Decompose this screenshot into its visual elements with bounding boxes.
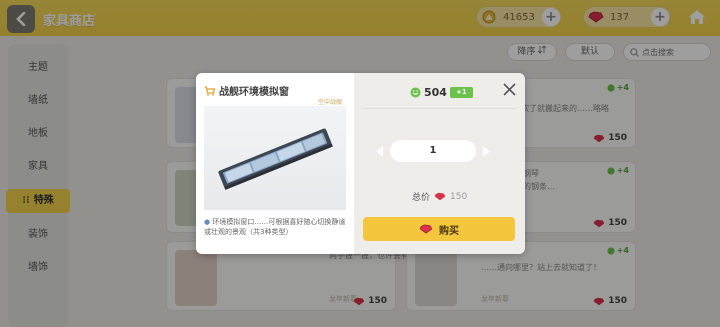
item-series-tag: 空中战舰 (318, 99, 343, 106)
triangle-right-icon (483, 145, 490, 157)
decrease-quantity-button[interactable] (374, 140, 386, 162)
purchase-panel: 504 +1 1 总价 150 购买 (354, 73, 525, 254)
comfort-score: 504 (410, 86, 447, 99)
cart-icon (204, 85, 215, 96)
gem-icon (434, 192, 446, 201)
buy-button[interactable]: 购买 (363, 217, 515, 241)
gem-icon (419, 224, 433, 234)
item-preview-image (204, 106, 346, 210)
divider (362, 108, 517, 109)
purchase-dialog: 战舰环境模拟窗 空中战舰 ● 环境模拟窗口……可根据喜好随心切换静谧或壮观的景观… (196, 73, 525, 254)
item-title: 战舰环境模拟窗 (204, 83, 289, 98)
warship-window-image (218, 128, 333, 190)
smile-icon (410, 87, 421, 98)
item-detail-panel: 战舰环境模拟窗 空中战舰 ● 环境模拟窗口……可根据喜好随心切换静谧或壮观的景观… (196, 73, 354, 254)
item-description: ● 环境模拟窗口……可根据喜好随心切换静谧或壮观的景观（共3种类型） (204, 218, 346, 236)
quantity-field[interactable]: 1 (390, 140, 476, 162)
close-icon (502, 82, 516, 96)
triangle-left-icon (376, 145, 383, 157)
total-price-value: 150 (450, 191, 468, 202)
quantity-stepper: 1 (374, 140, 499, 162)
close-button[interactable] (500, 80, 518, 98)
total-price: 总价 150 (412, 191, 468, 204)
comfort-bonus-badge: +1 (450, 87, 473, 98)
increase-quantity-button[interactable] (480, 140, 492, 162)
